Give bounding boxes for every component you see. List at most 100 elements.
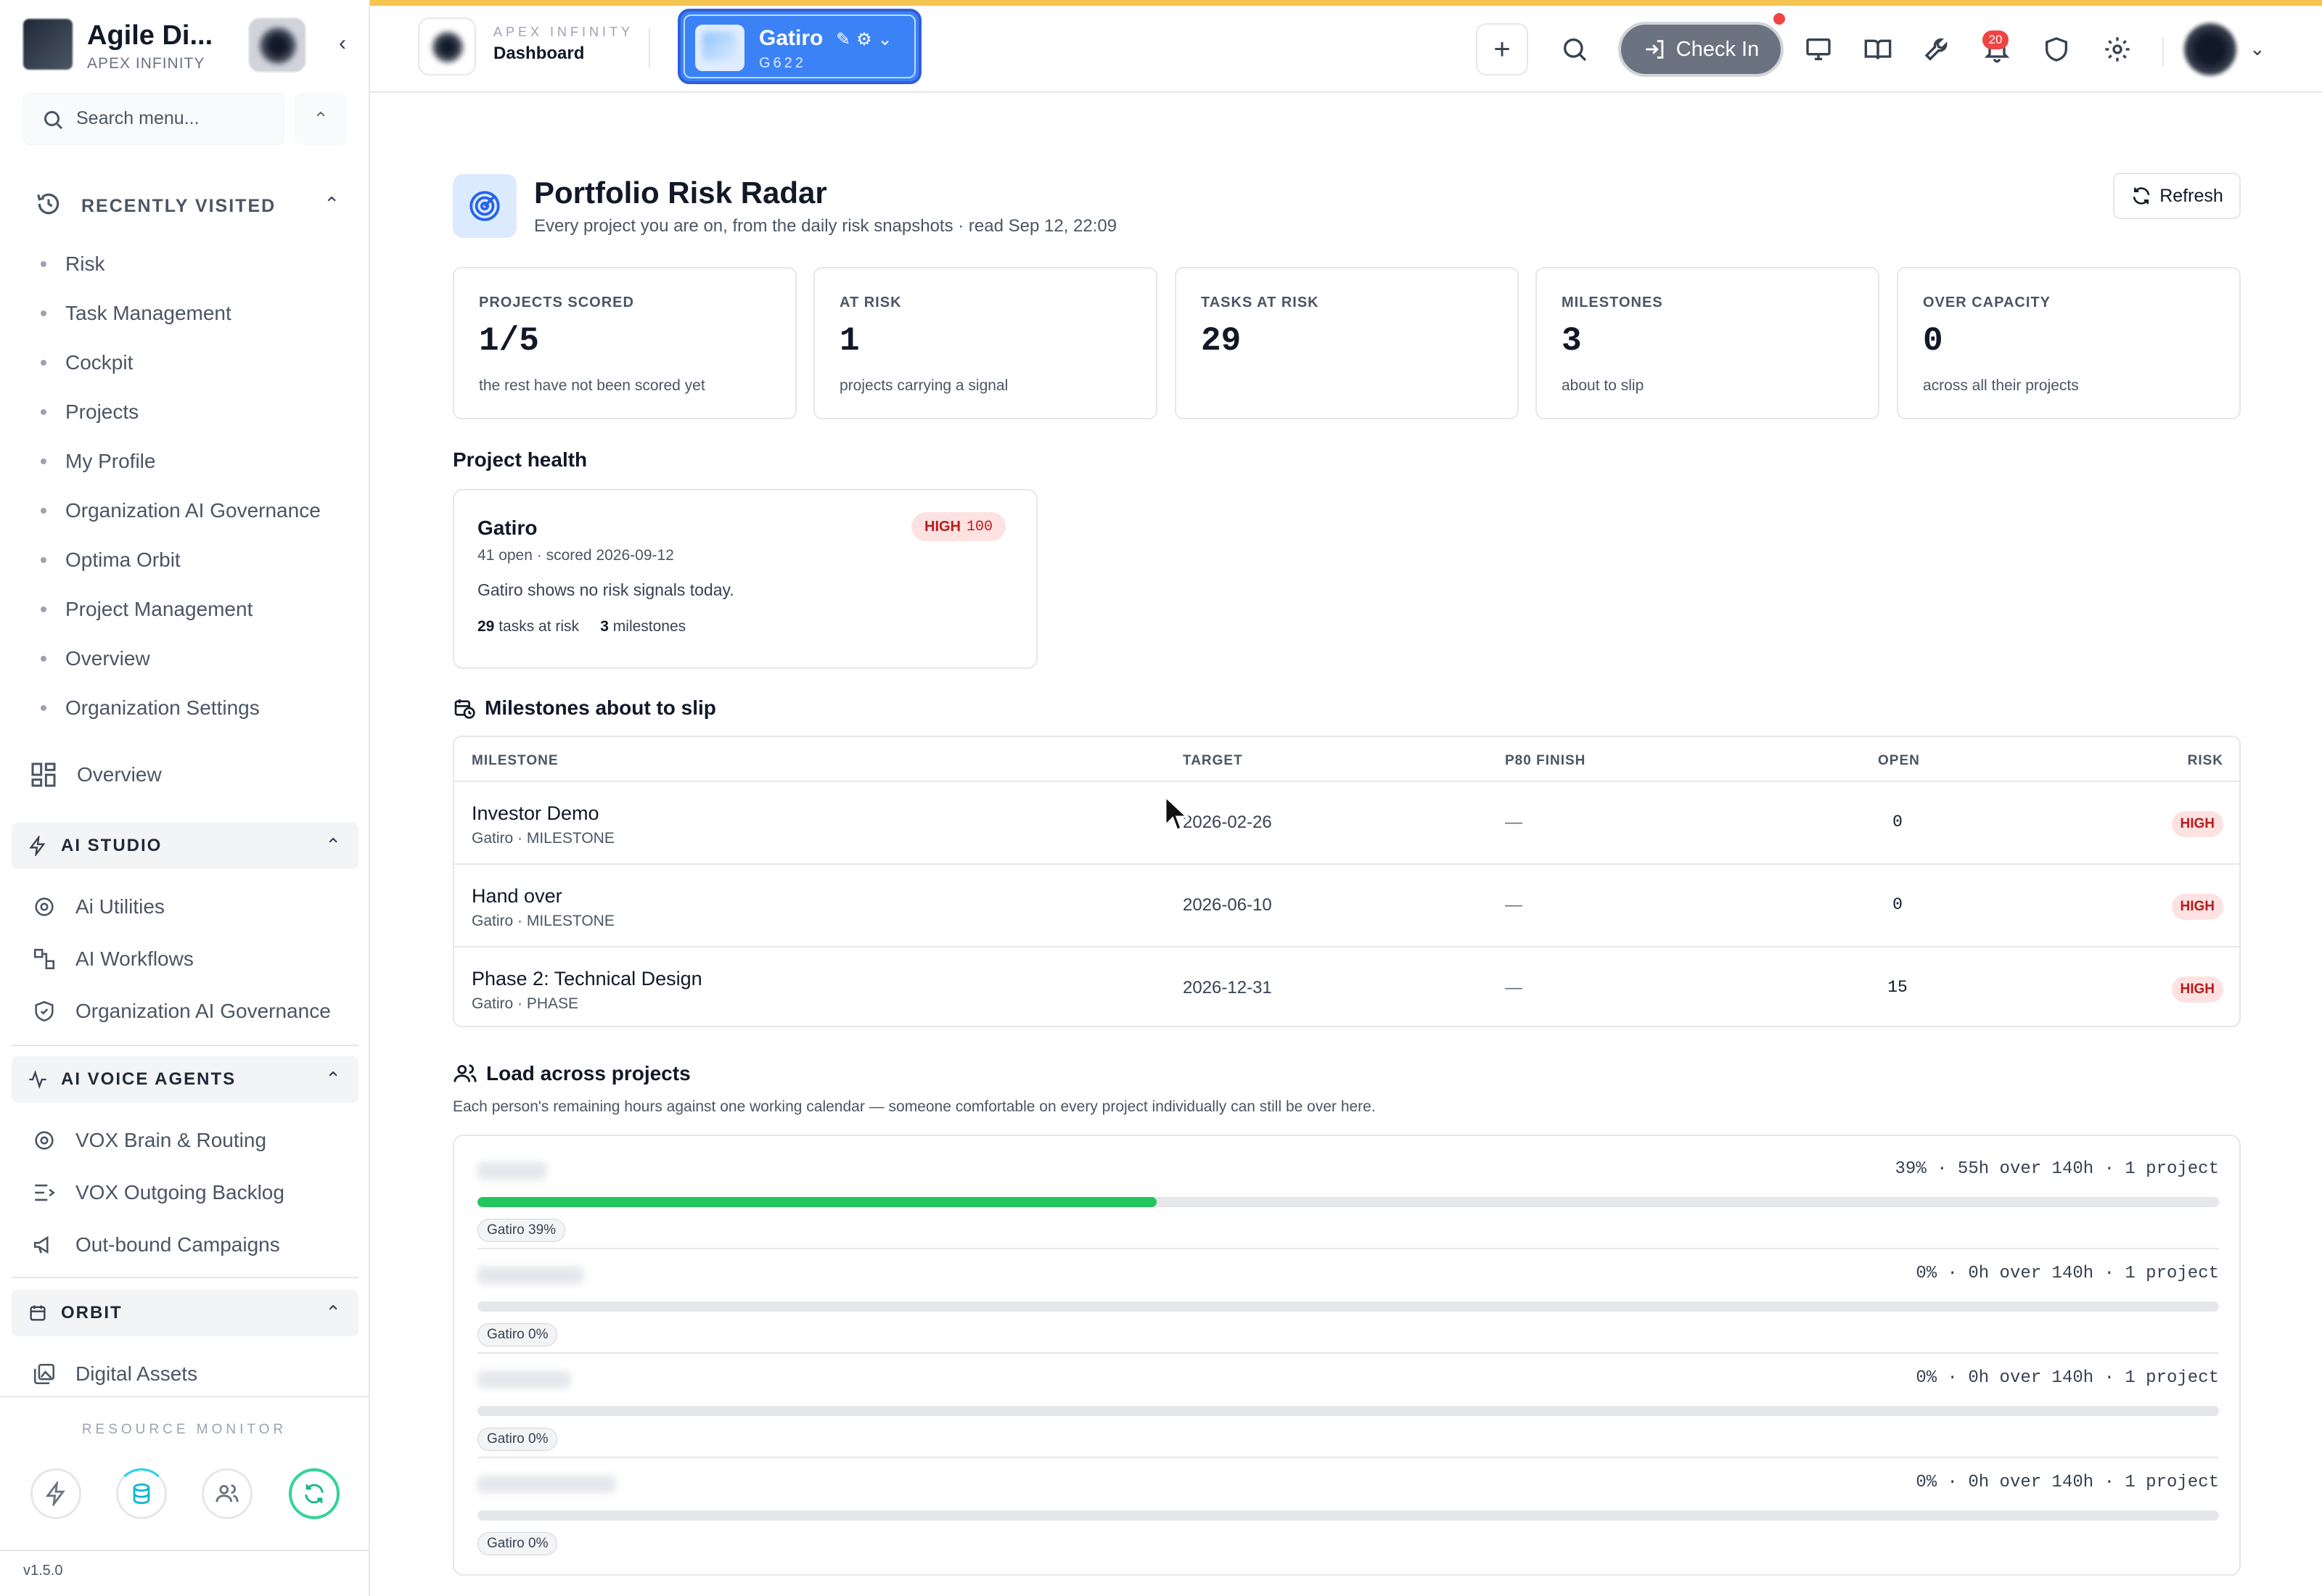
load-stat: 39% · 55h over 140h · 1 project — [1895, 1159, 2219, 1179]
project-switcher[interactable]: Gatiro G622 ✎⚙⌄ — [678, 9, 922, 84]
collapse-sidebar-icon[interactable]: ‹ — [327, 28, 358, 59]
users-icon — [454, 1064, 477, 1082]
project-health-footer: 29 tasks at risk 3 milestones — [477, 618, 686, 635]
project-chip: Gatiro 0% — [477, 1323, 558, 1346]
sidebar-item-ai-utilities[interactable]: Ai Utilities — [32, 889, 351, 924]
table-row[interactable]: Phase 2: Technical Design Gatiro · PHASE… — [454, 947, 2239, 1026]
database-icon — [133, 1483, 150, 1505]
gear-icon — [35, 897, 54, 916]
milestone-p80: — — [1505, 895, 1522, 915]
recent-item-org-ai-governance[interactable]: Organization AI Governance — [41, 486, 345, 535]
org-name: APEX INFINITY — [87, 55, 205, 72]
chevron-up-icon[interactable]: ⌃ — [325, 1068, 341, 1090]
load-header: Load across projects — [453, 1059, 691, 1088]
recent-item-project-management[interactable]: Project Management — [41, 585, 345, 634]
sidebar-item-digital-assets[interactable]: Digital Assets — [32, 1357, 351, 1391]
chevron-down-icon[interactable]: ⌄ — [878, 30, 898, 49]
column-header-risk[interactable]: RISK — [2188, 753, 2223, 769]
cpu-monitor[interactable] — [30, 1468, 81, 1519]
table-row[interactable]: Investor Demo Gatiro · MILESTONE 2026-02… — [454, 782, 2239, 865]
chevron-up-icon[interactable]: ⌃ — [325, 1301, 341, 1324]
refresh-button[interactable]: Refresh — [2113, 173, 2241, 219]
recent-item-org-settings[interactable]: Organization Settings — [41, 683, 345, 733]
users-monitor[interactable] — [202, 1468, 253, 1519]
sidebar-item-vox-brain[interactable]: VOX Brain & Routing — [32, 1123, 351, 1158]
sidebar-search-input[interactable]: Search menu... — [23, 93, 284, 145]
search-placeholder: Search menu... — [76, 108, 200, 128]
user-avatar[interactable] — [2184, 23, 2236, 75]
milestone-target: 2026-06-10 — [1183, 895, 1272, 915]
bolt-icon — [45, 1481, 65, 1506]
sidebar-item-vox-backlog[interactable]: VOX Outgoing Backlog — [32, 1175, 351, 1210]
resource-monitor: RESOURCE MONITOR — [0, 1396, 369, 1551]
column-header-milestone[interactable]: MILESTONE — [472, 753, 559, 769]
chevron-down-icon[interactable]: ⌄ — [2249, 38, 2265, 60]
recently-visited-header[interactable]: RECENTLY VISITED ⌃ — [35, 190, 340, 219]
sidebar-item-outbound-campaigns[interactable]: Out-bound Campaigns — [32, 1227, 351, 1262]
person-name-redacted — [477, 1371, 570, 1389]
load-card: 39% · 55h over 140h · 1 project Gatiro 3… — [453, 1135, 2241, 1576]
database-monitor[interactable] — [116, 1468, 167, 1519]
load-description: Each person's remaining hours against on… — [453, 1098, 1376, 1115]
risk-score: 100 — [967, 518, 993, 535]
table-row[interactable]: Hand over Gatiro · MILESTONE 2026-06-10 … — [454, 865, 2239, 947]
sidebar-header: Agile Di... APEX INFINITY ‹ — [23, 17, 357, 75]
security-button[interactable] — [2035, 23, 2078, 75]
calendar-icon — [30, 1305, 46, 1321]
column-header-p80[interactable]: P80 FINISH — [1505, 753, 1585, 769]
stat-card-at-risk: AT RISK 1 projects carrying a signal — [813, 267, 1157, 419]
stat-label: TASKS AT RISK — [1201, 295, 1319, 310]
docs-button[interactable] — [1856, 23, 1900, 75]
notification-count-badge: 20 — [1982, 30, 2009, 49]
check-in-button[interactable]: Check In — [1618, 22, 1784, 77]
project-thumbnail — [695, 25, 744, 71]
stat-card-milestones: MILESTONES 3 about to slip — [1535, 267, 1879, 419]
tasks-at-risk-count: 29 — [477, 618, 495, 635]
project-health-card[interactable]: Gatiro 41 open · scored 2026-09-12 HIGH … — [453, 489, 1038, 669]
collapse-all-button[interactable]: ⌃ — [295, 93, 347, 145]
load-stat: 0% · 0h over 140h · 1 project — [1916, 1264, 2219, 1283]
chevron-up-icon[interactable]: ⌃ — [324, 193, 340, 215]
section-ai-voice-agents[interactable]: AI VOICE AGENTS ⌃ — [12, 1056, 358, 1103]
milestone-p80: — — [1505, 978, 1522, 998]
add-button[interactable]: + — [1476, 23, 1528, 75]
section-orbit[interactable]: ORBIT ⌃ — [12, 1290, 358, 1336]
risk-level: HIGH — [924, 518, 961, 535]
recent-item-risk[interactable]: Risk — [41, 239, 345, 289]
sync-monitor[interactable] — [289, 1468, 340, 1519]
sidebar-item-overview[interactable]: Overview — [29, 757, 334, 792]
recent-item-overview[interactable]: Overview — [41, 634, 345, 683]
milestones-title: Milestones about to slip — [485, 696, 716, 719]
gear-icon[interactable]: ⚙ — [856, 30, 878, 49]
edit-icon[interactable]: ✎ — [836, 30, 856, 49]
status-dot — [1773, 13, 1785, 25]
recent-item-my-profile[interactable]: My Profile — [41, 437, 345, 486]
org-logo[interactable] — [418, 17, 476, 75]
person-name-redacted — [477, 1162, 547, 1180]
search-button[interactable] — [1553, 23, 1596, 75]
column-header-open[interactable]: OPEN — [1878, 753, 1920, 769]
stat-label: AT RISK — [840, 295, 902, 310]
monitor-button[interactable] — [1797, 23, 1840, 75]
column-header-target[interactable]: TARGET — [1183, 753, 1243, 769]
section-ai-studio[interactable]: AI STUDIO ⌃ — [12, 823, 358, 869]
org-avatar[interactable] — [248, 17, 306, 73]
recent-item-optima-orbit[interactable]: Optima Orbit — [41, 535, 345, 585]
section-title: AI VOICE AGENTS — [61, 1069, 237, 1089]
project-chip: Gatiro 39% — [477, 1219, 566, 1242]
tools-button[interactable] — [1916, 23, 1959, 75]
project-summary: Gatiro shows no risk signals today. — [477, 580, 734, 599]
project-chip: Gatiro 0% — [477, 1428, 558, 1451]
stat-label: PROJECTS SCORED — [479, 295, 634, 310]
recent-item-task-management[interactable]: Task Management — [41, 289, 345, 338]
sidebar-item-ai-workflows[interactable]: AI Workflows — [32, 942, 351, 976]
recent-item-cockpit[interactable]: Cockpit — [41, 338, 345, 387]
settings-button[interactable] — [2096, 23, 2139, 75]
sidebar-item-label: VOX Outgoing Backlog — [75, 1181, 284, 1204]
sidebar-item-org-ai-governance[interactable]: Organization AI Governance — [32, 994, 351, 1029]
risk-badge: HIGH 100 — [911, 512, 1006, 541]
recent-item-projects[interactable]: Projects — [41, 387, 345, 437]
milestone-target: 2026-02-26 — [1183, 813, 1272, 832]
bolt-icon — [29, 836, 46, 856]
chevron-up-icon[interactable]: ⌃ — [325, 834, 341, 857]
